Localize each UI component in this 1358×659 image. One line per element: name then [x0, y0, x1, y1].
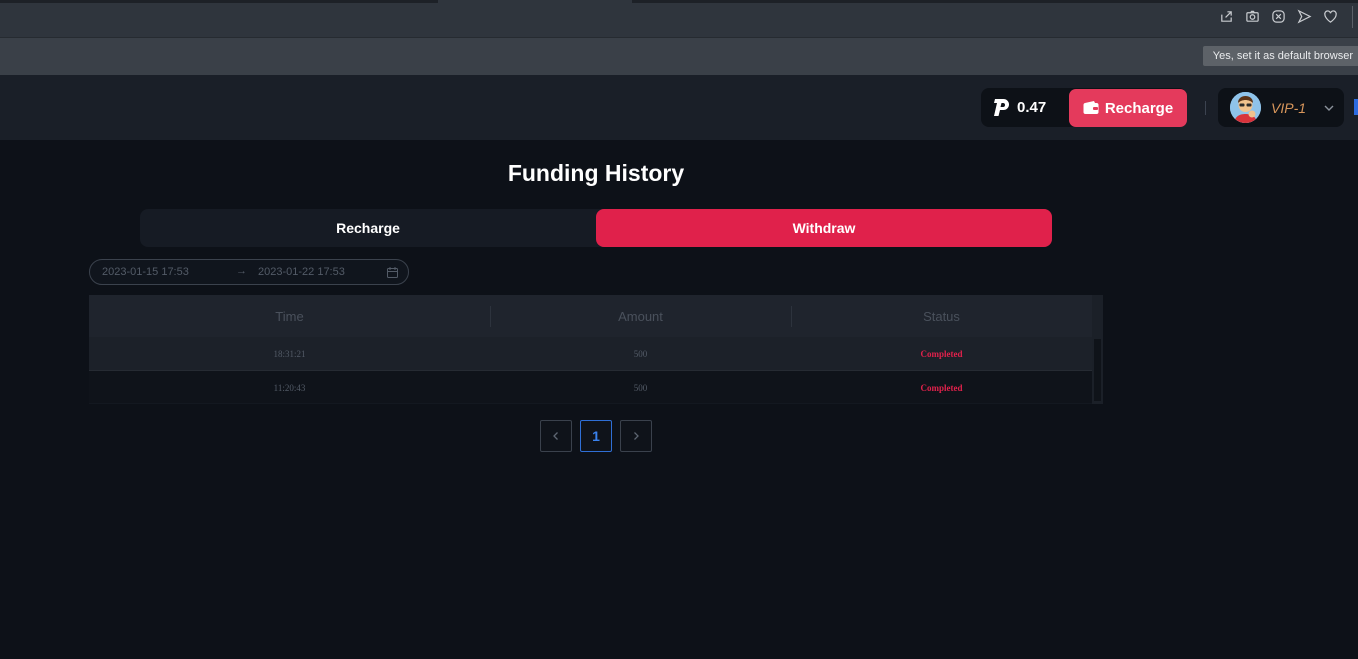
page-title: Funding History: [507, 160, 685, 186]
cell-status: Completed: [920, 348, 963, 359]
date-range-start[interactable]: 2023-01-15 17:53: [102, 266, 189, 278]
cell-amount: 500: [633, 348, 648, 359]
cell-amount: 500: [633, 382, 648, 393]
cell-status: Completed: [920, 382, 963, 393]
table-row: 18:31:21 500 Completed: [89, 337, 1092, 370]
chevron-right-icon: [634, 432, 639, 440]
points-icon: [992, 97, 1012, 118]
avatar[interactable]: [1230, 92, 1261, 123]
cell-time: 11:20:43: [273, 382, 306, 393]
balance-panel: 0.47 Recharge: [981, 88, 1187, 127]
prev-page-button[interactable]: [540, 420, 572, 452]
header-edge-marker: [1354, 99, 1358, 115]
balance-amount: 0.47: [1017, 99, 1047, 116]
recharge-button[interactable]: Recharge: [1069, 89, 1187, 127]
camera-icon[interactable]: [1245, 9, 1260, 24]
tab-recharge[interactable]: Recharge: [140, 209, 596, 247]
chevron-left-icon: [553, 432, 558, 440]
next-page-button[interactable]: [620, 420, 652, 452]
share-icon[interactable]: [1219, 9, 1234, 24]
browser-edge-divider: [1352, 6, 1358, 28]
heart-icon[interactable]: [1323, 9, 1338, 24]
default-browser-tooltip: Yes, set it as default browser: [1202, 46, 1358, 66]
chevron-down-icon[interactable]: [1322, 101, 1336, 115]
user-menu[interactable]: VIP-1: [1218, 88, 1344, 127]
table-header: Time Amount Status: [89, 295, 1092, 337]
tab-strip-right: [632, 0, 1358, 3]
vip-level: VIP-1: [1271, 100, 1307, 116]
column-header-amount: Amount: [618, 308, 663, 324]
table-row: 11:20:43 500 Completed: [89, 370, 1092, 403]
recharge-button-label: Recharge: [1104, 99, 1174, 117]
browser-toolbar: [0, 0, 1358, 37]
tab-withdraw[interactable]: Withdraw: [596, 209, 1052, 247]
tab-strip-left: [0, 0, 438, 3]
header-divider: [1205, 101, 1206, 115]
column-header-time: Time: [275, 308, 304, 324]
send-icon[interactable]: [1297, 9, 1312, 24]
cell-time: 18:31:21: [273, 348, 306, 359]
pagination: 1: [540, 420, 652, 452]
wallet-icon: [1083, 101, 1099, 115]
browser-bookmarks-bar: [0, 37, 1358, 75]
page-button-current[interactable]: 1: [580, 420, 612, 452]
calendar-icon[interactable]: [386, 266, 399, 279]
arrow-right-icon: →: [236, 265, 247, 277]
table-scrollbar-thumb[interactable]: [1094, 339, 1101, 401]
funding-table: Time Amount Status 18:31:21 500 Complete…: [89, 295, 1103, 404]
funding-tabs: Recharge Withdraw: [140, 209, 1052, 247]
date-range-picker[interactable]: 2023-01-15 17:53 → 2023-01-22 17:53: [89, 259, 409, 285]
browser-action-icons: [1219, 9, 1338, 24]
column-header-status: Status: [923, 308, 960, 324]
close-circle-icon[interactable]: [1271, 9, 1286, 24]
date-range-end[interactable]: 2023-01-22 17:53: [258, 266, 345, 278]
app-header: 0.47 Recharge VIP-1: [0, 75, 1358, 140]
